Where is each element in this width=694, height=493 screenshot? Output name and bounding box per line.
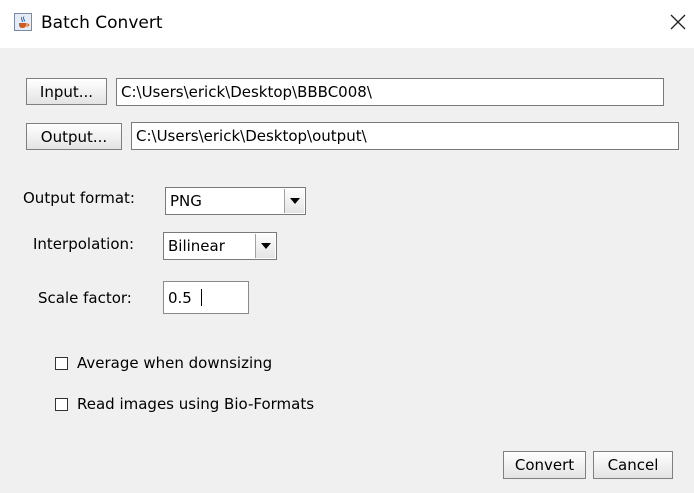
scale-factor-value: 0.5 xyxy=(168,288,192,307)
interpolation-value: Bilinear xyxy=(168,237,225,255)
output-button-label: Output... xyxy=(40,127,108,146)
convert-button[interactable]: Convert xyxy=(503,451,586,479)
output-format-label: Output format: xyxy=(23,189,135,207)
cancel-button[interactable]: Cancel xyxy=(593,451,673,479)
output-path-field[interactable]: C:\Users\erick\Desktop\output\ xyxy=(131,122,679,150)
output-format-select[interactable]: PNG xyxy=(165,187,306,215)
output-button[interactable]: Output... xyxy=(26,123,122,150)
output-path-value: C:\Users\erick\Desktop\output\ xyxy=(136,127,367,145)
interpolation-label: Interpolation: xyxy=(33,235,135,253)
output-format-value: PNG xyxy=(170,192,202,210)
average-downsizing-label: Average when downsizing xyxy=(77,354,273,372)
input-path-value: C:\Users\erick\Desktop\BBBC008\ xyxy=(121,83,372,101)
input-button[interactable]: Input... xyxy=(26,78,107,105)
chevron-down-icon[interactable] xyxy=(255,234,275,258)
title-bar: Batch Convert xyxy=(0,0,694,48)
java-cup-icon xyxy=(14,13,32,31)
scale-factor-label: Scale factor: xyxy=(38,289,132,307)
input-button-label: Input... xyxy=(39,82,94,101)
chevron-down-icon[interactable] xyxy=(284,189,304,213)
text-caret xyxy=(201,289,202,306)
window-title: Batch Convert xyxy=(41,13,163,33)
dialog-body: Input... C:\Users\erick\Desktop\BBBC008\… xyxy=(0,48,694,493)
bioformats-checkbox[interactable] xyxy=(55,398,68,411)
cancel-button-label: Cancel xyxy=(607,456,659,474)
bioformats-label: Read images using Bio-Formats xyxy=(77,395,315,413)
interpolation-select[interactable]: Bilinear xyxy=(163,232,277,260)
average-downsizing-checkbox[interactable] xyxy=(55,357,68,370)
close-icon[interactable] xyxy=(666,10,690,34)
convert-button-label: Convert xyxy=(514,456,575,474)
scale-factor-input[interactable]: 0.5 xyxy=(163,281,249,314)
input-path-field[interactable]: C:\Users\erick\Desktop\BBBC008\ xyxy=(116,78,664,106)
